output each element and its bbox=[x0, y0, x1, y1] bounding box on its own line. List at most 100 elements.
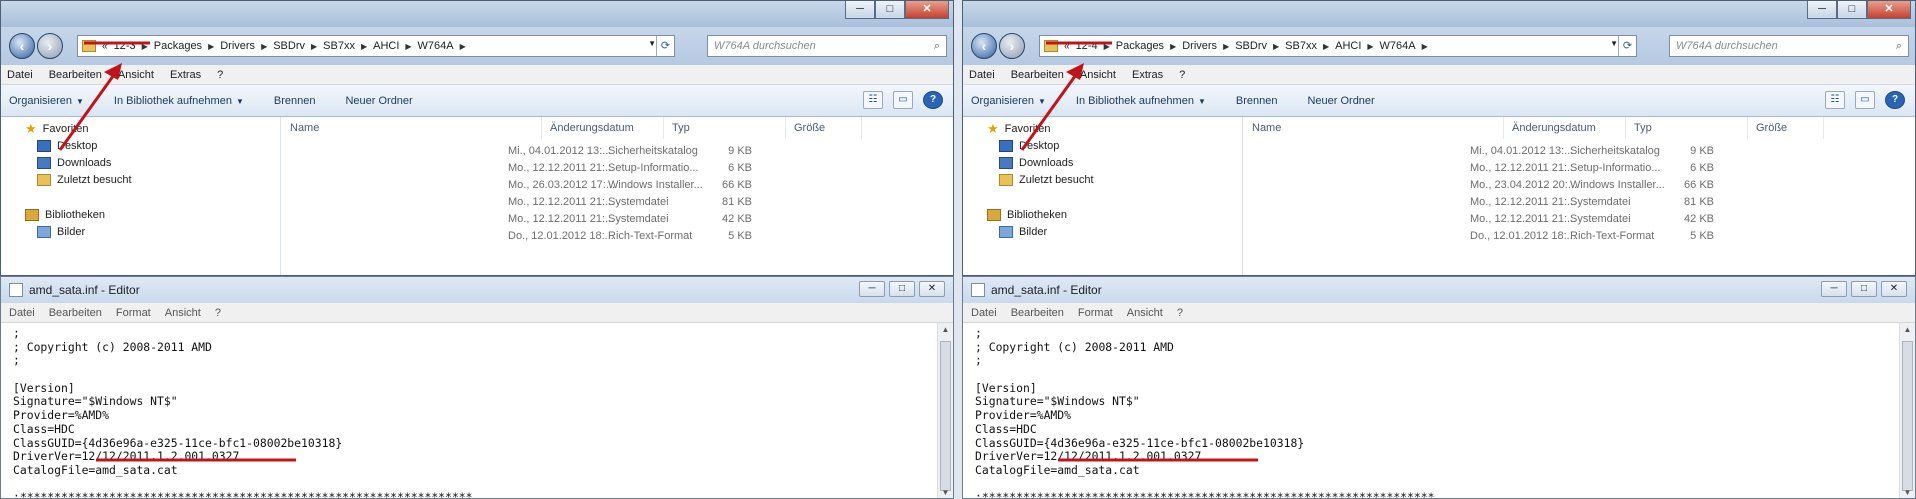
minimize-button[interactable]: ─ bbox=[1807, 1, 1837, 19]
breadcrumb-separator-icon[interactable]: ▶ bbox=[361, 42, 367, 51]
nav-downloads[interactable]: Downloads bbox=[37, 157, 111, 169]
minimize-button[interactable]: ─ bbox=[845, 1, 875, 19]
close-button[interactable]: ✕ bbox=[919, 281, 945, 297]
nav-pictures[interactable]: Bilder bbox=[37, 226, 85, 238]
menu-item[interactable]: ? bbox=[1179, 69, 1185, 81]
editor-menu-item[interactable]: ? bbox=[1177, 307, 1183, 319]
column-header-date[interactable]: Änderungsdatum bbox=[542, 117, 664, 139]
scroll-down-icon[interactable]: ▼ bbox=[938, 486, 953, 498]
view-options-icon[interactable]: ☷ bbox=[1825, 91, 1845, 109]
menu-item[interactable]: Extras bbox=[1132, 69, 1163, 81]
maximize-button[interactable]: □ bbox=[889, 281, 915, 297]
breadcrumb-item[interactable]: AHCI bbox=[373, 40, 399, 52]
editor-text-area[interactable]: ;; Copyright (c) 2008-2011 AMD; [Version]… bbox=[13, 326, 923, 498]
breadcrumb-item[interactable]: W764A bbox=[418, 40, 454, 52]
breadcrumb-separator-icon[interactable]: ▶ bbox=[460, 42, 466, 51]
back-button[interactable]: ‹ bbox=[971, 33, 997, 59]
breadcrumb-separator-icon[interactable]: ▶ bbox=[1422, 42, 1428, 51]
editor-menu-item[interactable]: Datei bbox=[9, 307, 35, 319]
nav-libraries[interactable]: Bibliotheken bbox=[987, 209, 1067, 221]
view-options-icon[interactable]: ☷ bbox=[863, 91, 883, 109]
breadcrumb-separator-icon[interactable]: ▶ bbox=[1223, 42, 1229, 51]
scroll-down-icon[interactable]: ▼ bbox=[1900, 486, 1915, 498]
menu-item[interactable]: ? bbox=[217, 69, 223, 81]
chevron-down-icon[interactable]: ▼ bbox=[648, 39, 656, 48]
burn-button[interactable]: Brennen bbox=[1236, 95, 1278, 107]
breadcrumb-item[interactable]: W764A bbox=[1380, 40, 1416, 52]
menu-item[interactable]: Extras bbox=[170, 69, 201, 81]
search-input[interactable]: W764A durchsuchen ⌕ bbox=[1669, 35, 1909, 57]
scroll-thumb[interactable] bbox=[940, 341, 951, 491]
refresh-icon[interactable]: ⟳ bbox=[1618, 36, 1636, 56]
breadcrumb-separator-icon[interactable]: ▶ bbox=[208, 42, 214, 51]
nav-desktop[interactable]: Desktop bbox=[999, 140, 1059, 152]
column-header-name[interactable]: Name bbox=[1244, 117, 1504, 139]
breadcrumb-item[interactable]: 12-3 bbox=[114, 40, 136, 52]
breadcrumb-separator-icon[interactable]: ▶ bbox=[1104, 42, 1110, 51]
nav-downloads[interactable]: Downloads bbox=[999, 157, 1073, 169]
search-icon[interactable]: ⌕ bbox=[1896, 36, 1902, 56]
editor-menu-item[interactable]: Format bbox=[116, 307, 151, 319]
vertical-scrollbar[interactable]: ▲ ▼ bbox=[1899, 323, 1915, 498]
new-folder-button[interactable]: Neuer Ordner bbox=[1307, 95, 1374, 107]
column-header-name[interactable]: Name bbox=[282, 117, 542, 139]
editor-menu-item[interactable]: Bearbeiten bbox=[49, 307, 102, 319]
vertical-scrollbar[interactable]: ▲ ▼ bbox=[937, 323, 953, 498]
file-row[interactable]: ReadMe.rtfDo., 12.01.2012 18:...Rich-Tex… bbox=[1244, 226, 1915, 247]
include-library-button[interactable]: In Bibliothek aufnehmen ▼ bbox=[114, 95, 244, 107]
column-header-type[interactable]: Typ bbox=[664, 117, 786, 139]
scroll-up-icon[interactable]: ▲ bbox=[938, 323, 953, 337]
scroll-thumb[interactable] bbox=[1902, 341, 1913, 491]
editor-menu-item[interactable]: Datei bbox=[971, 307, 997, 319]
maximize-button[interactable]: □ bbox=[1851, 281, 1877, 297]
search-input[interactable]: W764A durchsuchen ⌕ bbox=[707, 35, 947, 57]
breadcrumb-item[interactable]: SB7xx bbox=[1285, 40, 1317, 52]
editor-titlebar[interactable]: amd_sata.inf - Editor ─ □ ✕ bbox=[1, 277, 953, 303]
menu-item[interactable]: Datei bbox=[7, 69, 33, 81]
nav-recent[interactable]: Zuletzt besucht bbox=[999, 174, 1094, 186]
breadcrumb-item[interactable]: Drivers bbox=[220, 40, 255, 52]
chevron-down-icon[interactable]: ▼ bbox=[1610, 39, 1618, 48]
back-button[interactable]: ‹ bbox=[9, 33, 35, 59]
chevron-left-icon[interactable]: « bbox=[102, 41, 108, 52]
include-library-button[interactable]: In Bibliothek aufnehmen ▼ bbox=[1076, 95, 1206, 107]
breadcrumb-separator-icon[interactable]: ▶ bbox=[1273, 42, 1279, 51]
breadcrumb-separator-icon[interactable]: ▶ bbox=[142, 42, 148, 51]
maximize-button[interactable]: □ bbox=[1837, 1, 1867, 19]
explorer-titlebar[interactable]: ─ □ ✕ bbox=[963, 1, 1915, 27]
breadcrumb-separator-icon[interactable]: ▶ bbox=[1170, 42, 1176, 51]
menu-item[interactable]: Bearbeiten bbox=[1011, 69, 1064, 81]
nav-libraries[interactable]: Bibliotheken bbox=[25, 209, 105, 221]
address-bar[interactable]: « 12-4 ▶ Packages ▶ Drivers ▶ SBDrv ▶ SB7xx ▶ AHCI ▶… bbox=[1039, 35, 1637, 57]
editor-titlebar[interactable]: amd_sata.inf - Editor ─ □ ✕ bbox=[963, 277, 1915, 303]
close-button[interactable]: ✕ bbox=[1881, 281, 1907, 297]
breadcrumb-separator-icon[interactable]: ▶ bbox=[1323, 42, 1329, 51]
nav-favorites[interactable]: ★ Favoriten bbox=[25, 122, 89, 135]
breadcrumb-separator-icon[interactable]: ▶ bbox=[311, 42, 317, 51]
editor-menu-item[interactable]: ? bbox=[215, 307, 221, 319]
column-header-size[interactable]: Größe bbox=[1748, 117, 1824, 139]
menu-item[interactable]: Ansicht bbox=[1080, 69, 1116, 81]
nav-recent[interactable]: Zuletzt besucht bbox=[37, 174, 132, 186]
close-button[interactable]: ✕ bbox=[1867, 1, 1911, 19]
column-header-date[interactable]: Änderungsdatum bbox=[1504, 117, 1626, 139]
column-header-size[interactable]: Größe bbox=[786, 117, 862, 139]
menu-item[interactable]: Datei bbox=[969, 69, 995, 81]
column-header-type[interactable]: Typ bbox=[1626, 117, 1748, 139]
breadcrumb-separator-icon[interactable]: ▶ bbox=[405, 42, 411, 51]
scroll-up-icon[interactable]: ▲ bbox=[1900, 323, 1915, 337]
minimize-button[interactable]: ─ bbox=[859, 281, 885, 297]
preview-pane-icon[interactable]: ▭ bbox=[893, 91, 913, 109]
breadcrumb-separator-icon[interactable]: ▶ bbox=[1367, 42, 1373, 51]
breadcrumb-item[interactable]: AHCI bbox=[1335, 40, 1361, 52]
breadcrumb-item[interactable]: SBDrv bbox=[1235, 40, 1267, 52]
burn-button[interactable]: Brennen bbox=[274, 95, 316, 107]
breadcrumb-separator-icon[interactable]: ▶ bbox=[261, 42, 267, 51]
preview-pane-icon[interactable]: ▭ bbox=[1855, 91, 1875, 109]
nav-pictures[interactable]: Bilder bbox=[999, 226, 1047, 238]
explorer-titlebar[interactable]: ─ □ ✕ bbox=[1, 1, 953, 27]
breadcrumb-item[interactable]: SBDrv bbox=[273, 40, 305, 52]
nav-favorites[interactable]: ★ Favoriten bbox=[987, 122, 1051, 135]
forward-button[interactable]: › bbox=[37, 33, 63, 59]
help-icon[interactable]: ? bbox=[923, 91, 943, 109]
